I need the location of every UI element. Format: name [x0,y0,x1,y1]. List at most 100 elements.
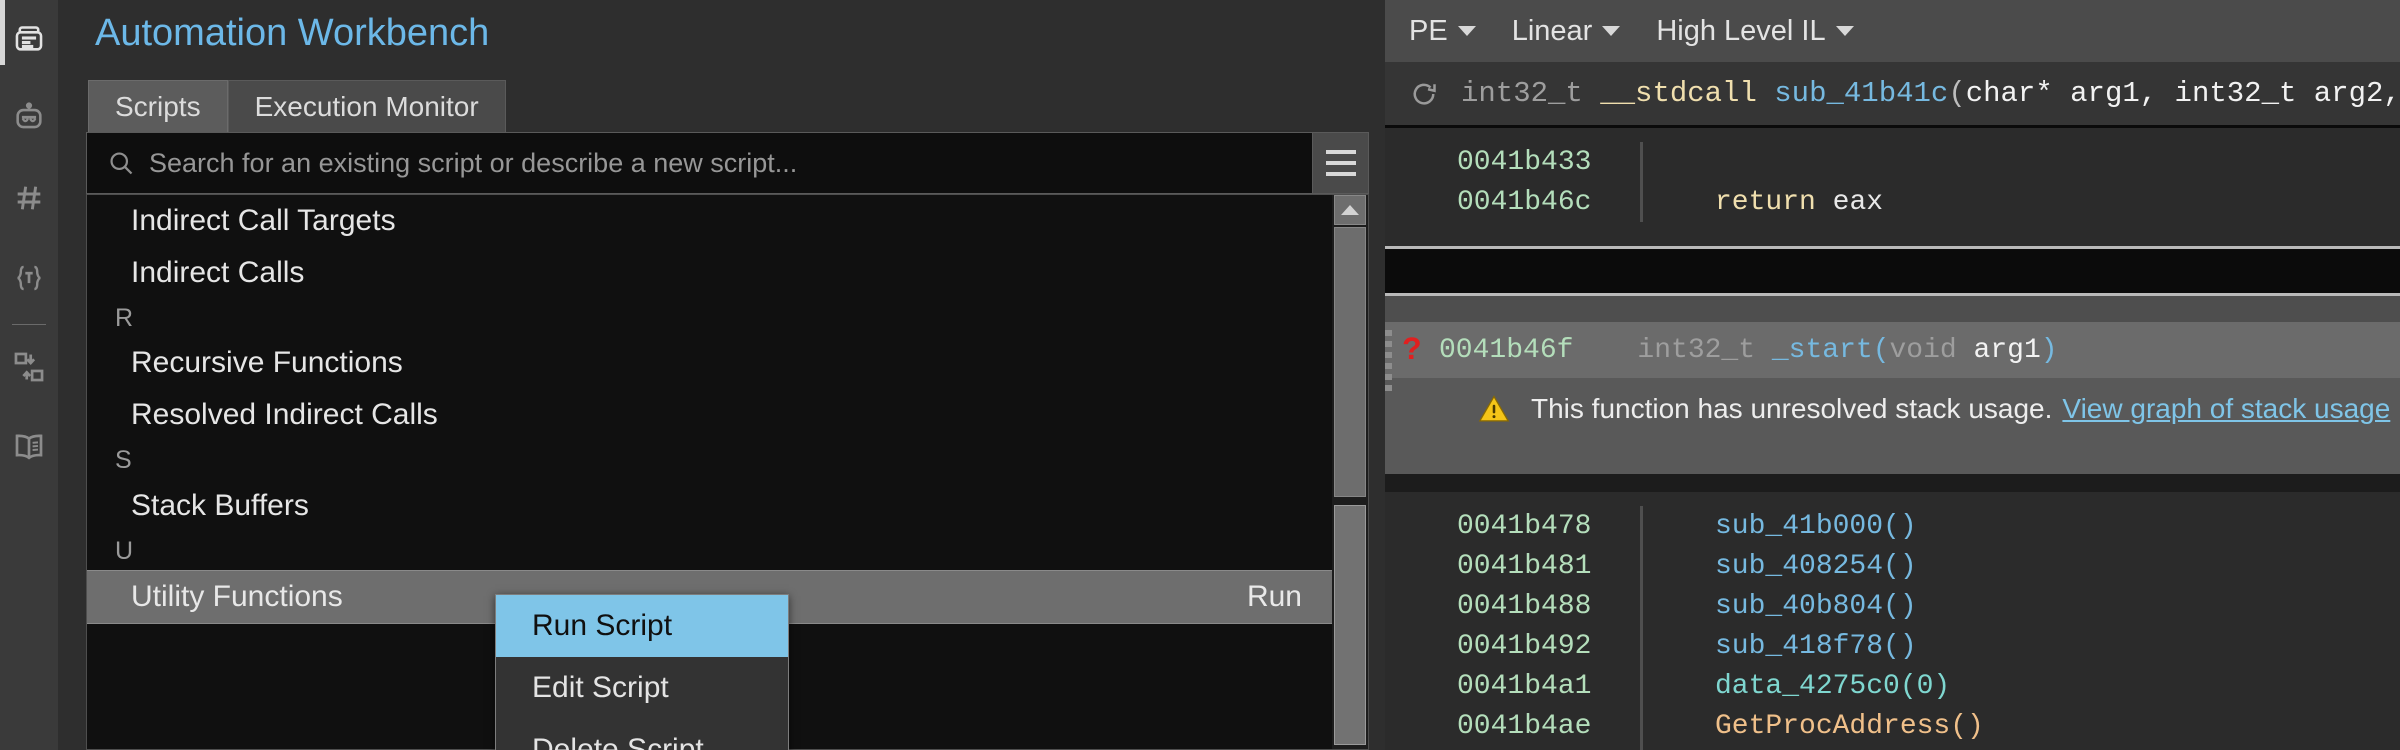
book-icon [11,429,47,470]
function-separator [1385,246,2400,296]
code-call[interactable]: sub_41b000() [1643,511,1917,542]
list-item-label: Indirect Call Targets [131,204,396,237]
function-name[interactable]: sub_41b41c [1774,77,1948,110]
code-line[interactable]: 0041b433 [1385,142,2400,182]
disassembly-panel: PE Linear High Level IL int32_t __std [1385,0,2400,750]
function-separator-grey [1385,296,2400,322]
dropdown-view-mode[interactable]: Linear [1512,15,1621,48]
selected-function-name[interactable]: _start [1772,335,1873,366]
rail-item-hash[interactable] [0,160,58,240]
robot-icon [12,101,46,140]
disassembly-toolbar: PE Linear High Level IL [1385,0,2400,62]
code-address: 0041b492 [1385,631,1640,662]
list-group-header: S [87,441,1332,479]
list-group-header: U [87,532,1332,570]
code-address: 0041b4ae [1385,711,1640,742]
return-operand: eax [1833,187,1883,218]
minimap-marks [1385,330,1395,420]
context-menu: Run Script Edit Script Delete Script [495,594,789,750]
list-item[interactable]: Indirect Call Targets [87,195,1332,247]
list-item[interactable]: Resolved Indirect Calls [87,389,1332,441]
return-keyword: return [1715,187,1816,218]
function-return-type: int32_t [1461,77,1583,110]
code-line[interactable]: 0041b46c return eax [1385,182,2400,222]
dropdown-file-format[interactable]: PE [1409,15,1476,48]
tab-strip: Scripts Execution Monitor [88,78,506,132]
selected-function-return-type: int32_t [1637,335,1755,366]
list-item[interactable]: Indirect Calls [87,247,1332,299]
dropdown-il-level[interactable]: High Level IL [1656,15,1853,48]
archive-box-icon [12,21,46,60]
view-stack-graph-link[interactable]: View graph of stack usage [2062,393,2390,425]
tab-scripts[interactable]: Scripts [88,80,228,132]
code-call[interactable]: data_4275c0(0) [1643,671,1950,702]
current-function-header: int32_t __stdcall sub_41b41c ( char* arg… [1385,62,2400,128]
list-item-label: Stack Buffers [131,489,309,522]
rail-item-transform[interactable] [0,329,58,409]
rail-item-archive[interactable] [0,0,58,80]
scrollbar-thumb-lower[interactable] [1334,505,1366,745]
list-item-label: Recursive Functions [131,346,403,379]
tab-execution-monitor[interactable]: Execution Monitor [228,80,506,132]
function-open-paren: ( [1948,77,1965,110]
selected-function-param-name: arg1 [1974,335,2041,366]
context-menu-item-run-script[interactable]: Run Script [496,595,788,657]
dropdown-file-format-label: PE [1409,15,1448,48]
context-menu-item-edit-script[interactable]: Edit Script [496,657,788,719]
rail-item-robot[interactable] [0,80,58,160]
script-list-scrollbar[interactable] [1332,195,1368,749]
code-address: 0041b478 [1385,511,1640,542]
code-address: 0041b481 [1385,551,1640,582]
search-row [86,132,1369,194]
context-menu-item-label: Run Script [532,609,672,642]
code-call[interactable]: sub_408254() [1643,551,1917,582]
code-address: 0041b433 [1385,147,1640,178]
disassembly-body: 0041b433 0041b46c return eax ? 0041b46f … [1385,128,2400,750]
dropdown-view-mode-label: Linear [1512,15,1593,48]
search-box[interactable] [86,132,1313,194]
scrollbar-thumb[interactable] [1334,227,1366,497]
list-item[interactable]: Stack Buffers [87,480,1332,532]
selected-function-address: 0041b46f [1439,335,1573,366]
code-gutter [1640,142,1643,182]
code-line[interactable]: 0041b4b3 GetCommandLineA() [1385,746,2400,750]
triangle-up-icon[interactable] [1334,195,1366,225]
code-line[interactable]: 0041b4a1 data_4275c0(0) [1385,666,2400,706]
selected-function-row[interactable]: ? 0041b46f int32_t _start(void arg1) [1385,322,2400,378]
context-menu-item-delete-script[interactable]: Delete Script [496,719,788,750]
warning-triangle-icon [1477,392,1511,426]
context-menu-item-label: Edit Script [532,671,669,704]
row-separator [1385,474,2400,492]
spacer [1385,492,2400,506]
warning-row-filler [1385,440,2400,474]
list-group-header: R [87,299,1332,337]
selected-function-param-type: void [1890,335,1957,366]
function-params: char* arg1, int32_t arg2, cha [1966,77,2400,110]
rail-item-template[interactable] [0,240,58,320]
tab-execution-monitor-label: Execution Monitor [255,91,479,123]
code-line[interactable]: 0041b488 sub_40b804() [1385,586,2400,626]
code-call[interactable]: sub_418f78() [1643,631,1917,662]
code-line[interactable]: 0041b4ae GetProcAddress() [1385,706,2400,746]
tab-scripts-label: Scripts [115,91,201,123]
code-line[interactable]: 0041b481 sub_408254() [1385,546,2400,586]
template-braces-icon [12,261,46,300]
scripts-panel: Scripts Execution Monitor [58,66,1385,750]
list-item[interactable]: Recursive Functions [87,337,1332,389]
run-button[interactable]: Run [1247,582,1302,612]
selected-function-close-paren: ) [2041,335,2058,366]
code-call[interactable]: sub_40b804() [1643,591,1917,622]
list-item-label: Indirect Calls [131,256,304,289]
code-call[interactable]: GetProcAddress() [1643,711,1984,742]
code-line[interactable]: 0041b478 sub_41b000() [1385,506,2400,546]
page-title: Automation Workbench [95,12,489,55]
dropdown-il-level-label: High Level IL [1656,15,1825,48]
rail-divider [12,324,46,325]
rail-item-book[interactable] [0,409,58,489]
hamburger-icon[interactable] [1313,132,1369,194]
transform-icon [12,350,46,389]
code-line[interactable]: 0041b492 sub_418f78() [1385,626,2400,666]
chevron-down-icon [1602,26,1620,36]
search-input[interactable] [149,148,1312,179]
refresh-icon[interactable] [1409,79,1439,109]
